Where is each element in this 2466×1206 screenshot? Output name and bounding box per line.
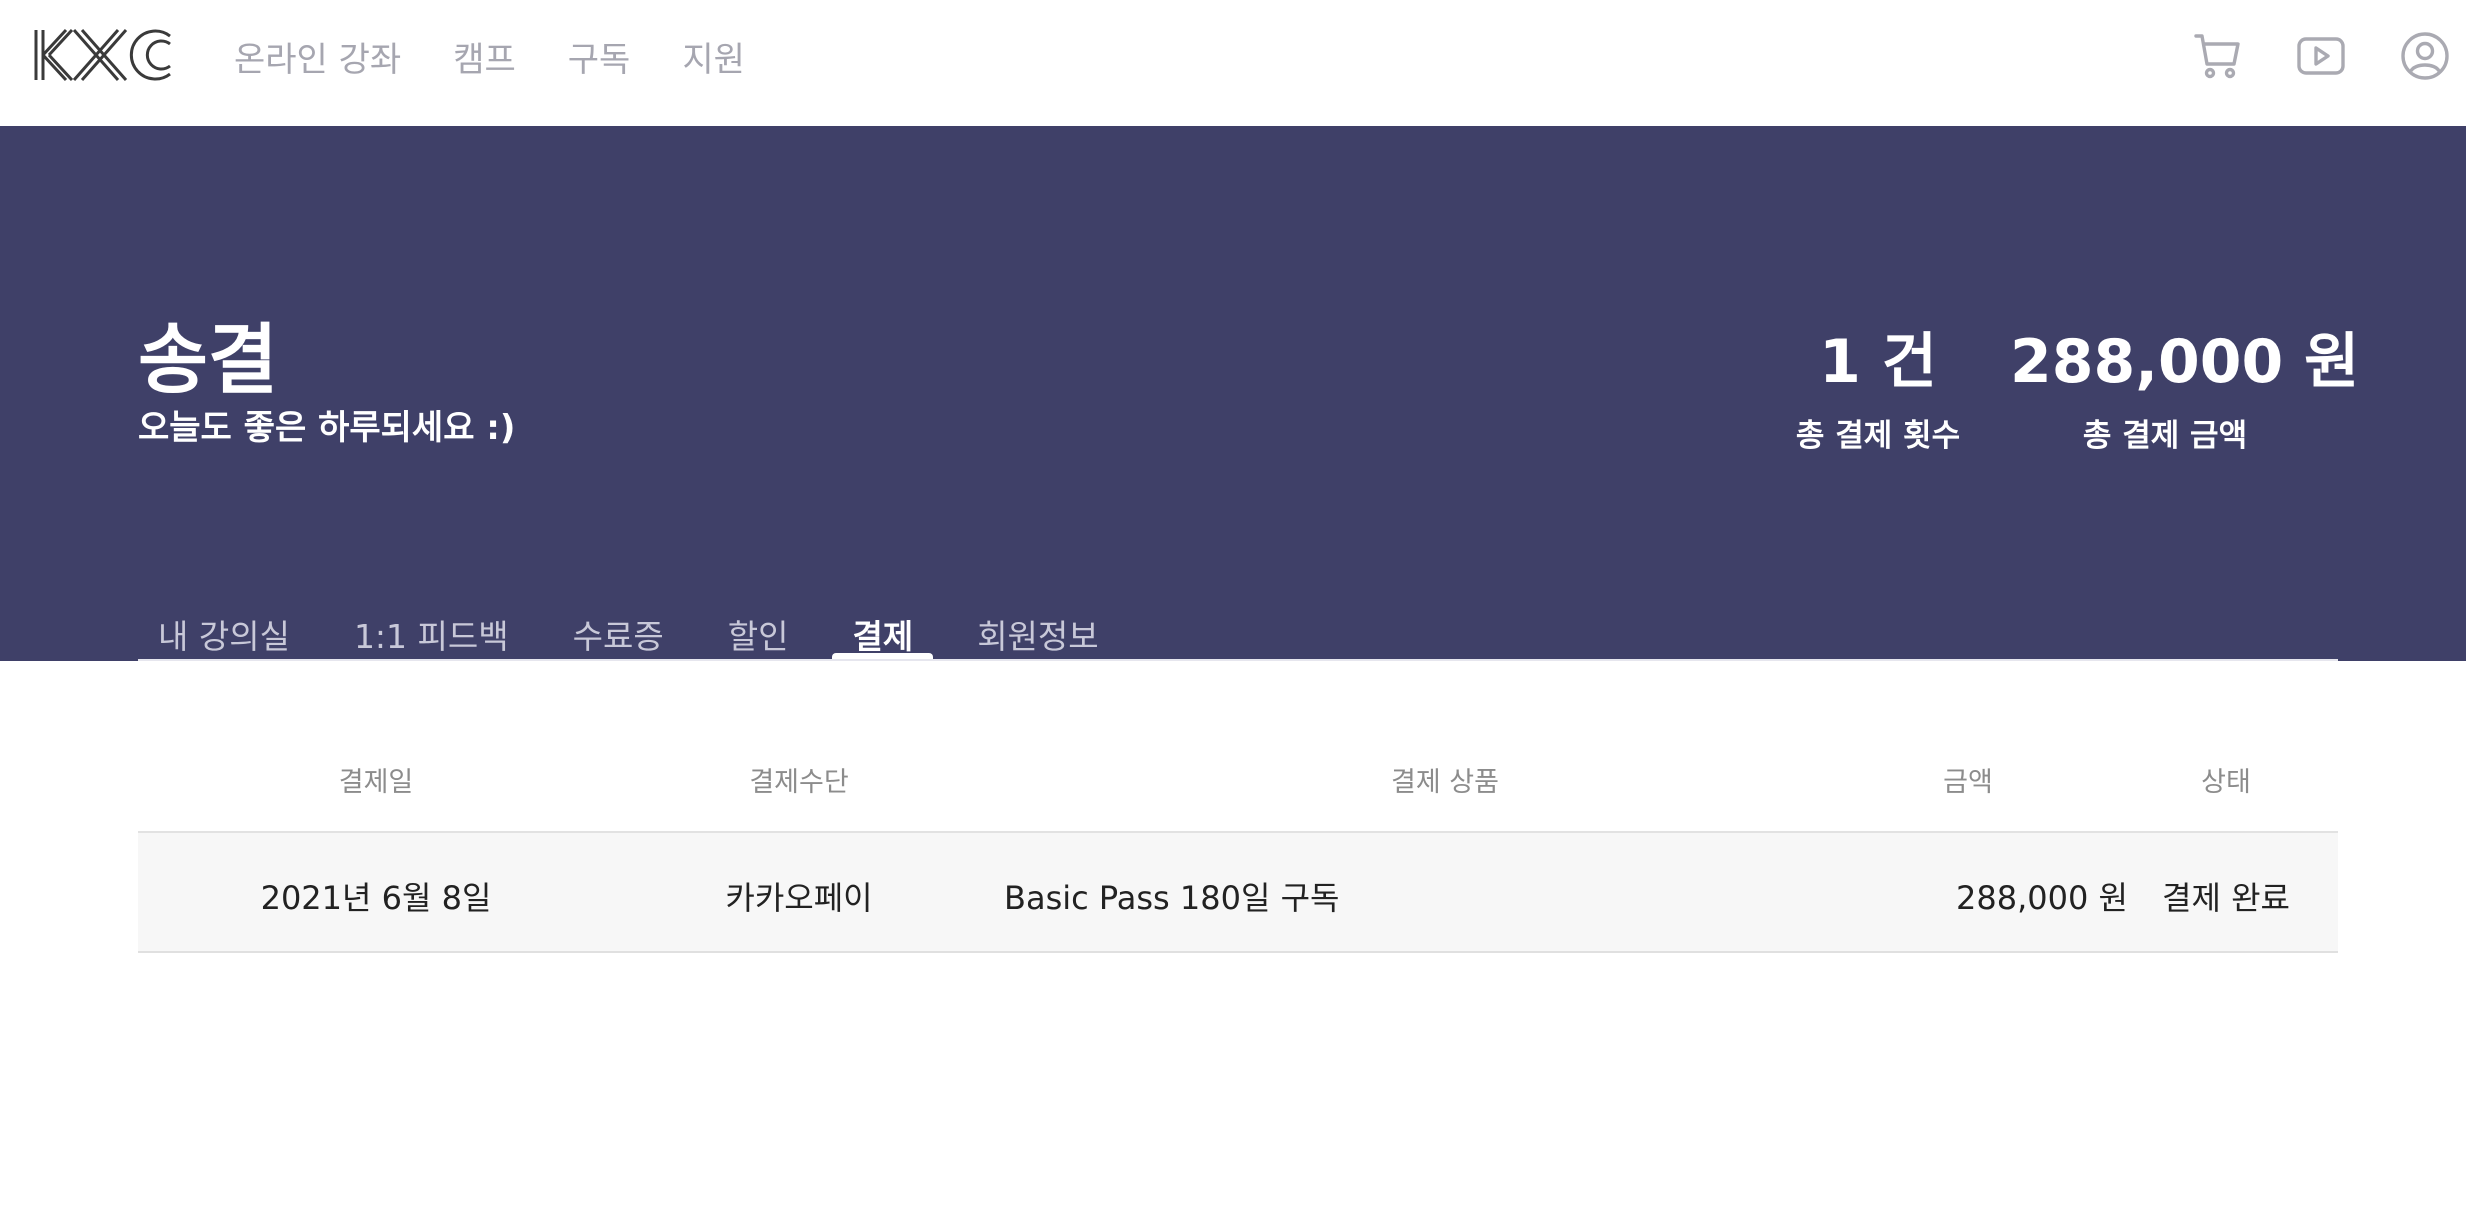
tab-feedback[interactable]: 1:1 피드백 (334, 570, 529, 661)
payment-amount-label: 총 결제 금액 (2082, 418, 2248, 454)
nav-support[interactable]: 지원 (682, 32, 745, 81)
payment-amount-value: 288,000 원 (2010, 327, 2360, 397)
table-row[interactable]: 2021년 6월 8일 카카오페이 Basic Pass 180일 구독 288… (138, 833, 2338, 953)
payment-amount: 288,000 원 (1956, 879, 2128, 917)
payment-status: 결제 완료 (2162, 879, 2290, 917)
column-header-status: 상태 (2201, 767, 2251, 798)
mypage-tabs: 내 강의실 1:1 피드백 수료증 할인 결제 회원정보 (138, 570, 2338, 661)
kxc-logo[interactable] (34, 26, 174, 84)
tab-payment[interactable]: 결제 (832, 570, 933, 661)
column-header-method: 결제수단 (749, 767, 849, 798)
tab-discount[interactable]: 할인 (708, 570, 809, 661)
payment-date: 2021년 6월 8일 (260, 879, 492, 917)
table-header: 결제일 결제수단 결제 상품 금액 상태 (138, 720, 2338, 833)
header-actions (2066, 0, 2466, 112)
user-icon[interactable] (2399, 30, 2451, 82)
payment-count-label: 총 결제 횟수 (1795, 418, 1961, 454)
main-nav: 온라인 강좌 캠프 구독 지원 (234, 0, 745, 112)
payment-count-value: 1 건 (1819, 327, 1937, 397)
tab-my-classroom[interactable]: 내 강의실 (138, 570, 310, 661)
top-header: 온라인 강좌 캠프 구독 지원 (0, 0, 2466, 126)
payment-table: 결제일 결제수단 결제 상품 금액 상태 2021년 6월 8일 카카오페이 B… (138, 720, 2338, 953)
play-icon[interactable] (2295, 30, 2347, 82)
payment-amount-stat: 288,000 원 총 결제 금액 (2010, 326, 2360, 455)
payment-method: 카카오페이 (725, 879, 873, 917)
payment-count-stat: 1 건 총 결제 횟수 (1778, 326, 1978, 455)
tab-member-info[interactable]: 회원정보 (957, 570, 1118, 661)
payment-product: Basic Pass 180일 구독 (1004, 879, 1340, 917)
user-name: 송결 (138, 315, 278, 404)
column-header-amount: 금액 (1943, 767, 1993, 798)
column-header-date: 결제일 (338, 767, 414, 798)
tab-certificate[interactable]: 수료증 (553, 570, 684, 661)
kxc-logo-mark (34, 28, 171, 82)
profile-banner: 송결 오늘도 좋은 하루되세요 :) 1 건 총 결제 횟수 288,000 원… (0, 126, 2466, 661)
cart-icon[interactable] (2192, 30, 2244, 82)
nav-subscription[interactable]: 구독 (568, 32, 631, 81)
user-greeting: 오늘도 좋은 하루되세요 :) (138, 408, 516, 448)
column-header-product: 결제 상품 (1391, 767, 1499, 798)
tabs-divider (138, 659, 2338, 661)
nav-online-courses[interactable]: 온라인 강좌 (234, 32, 401, 81)
nav-camp[interactable]: 캠프 (453, 32, 516, 81)
